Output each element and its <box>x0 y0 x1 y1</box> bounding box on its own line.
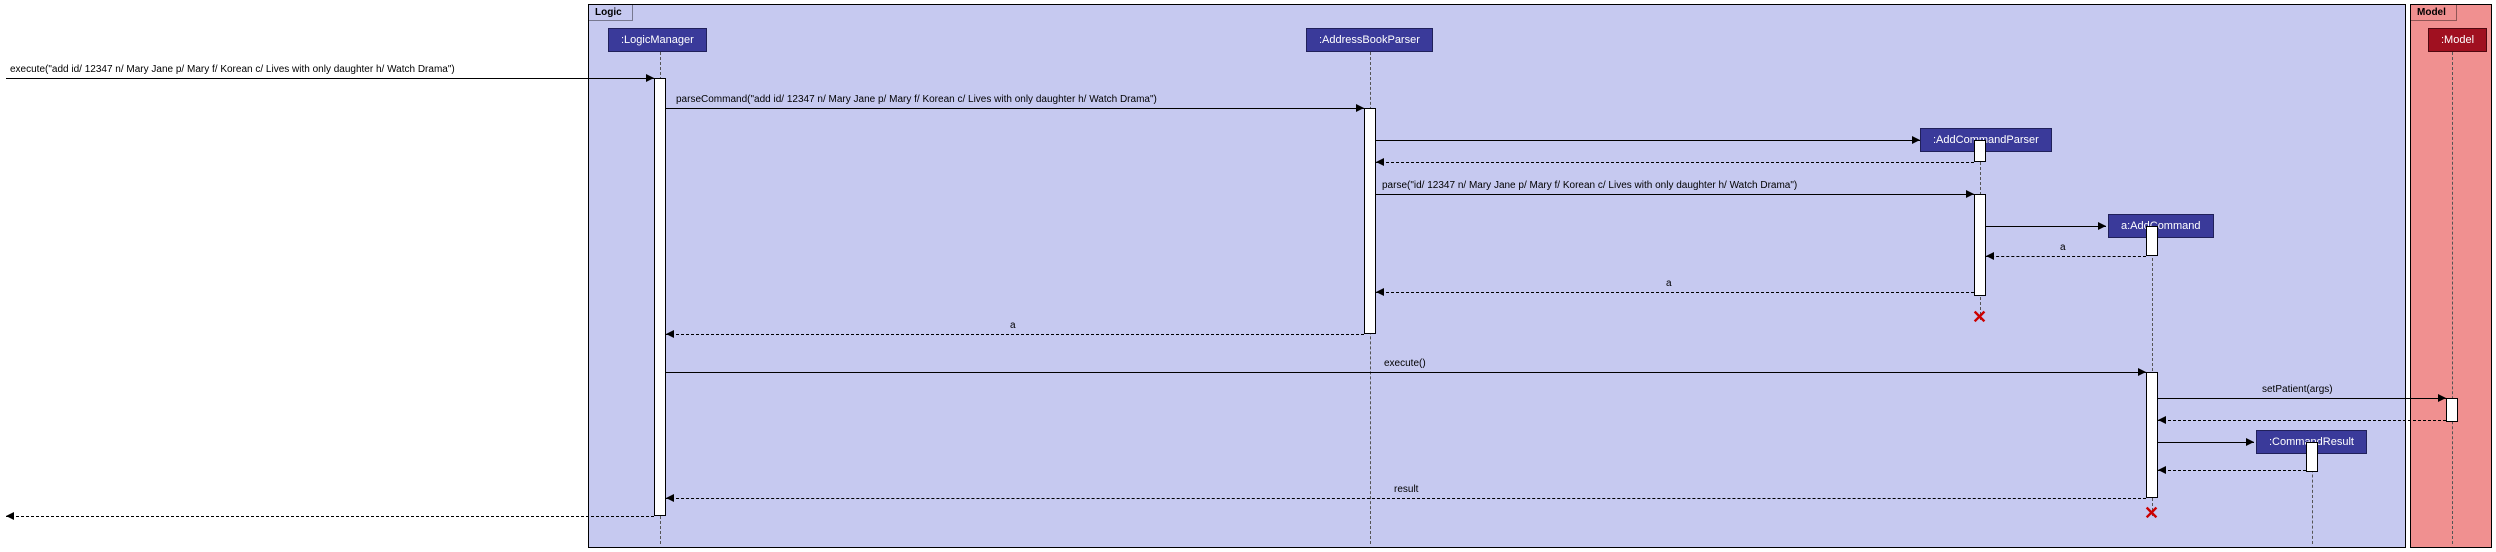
msg-return-a3 <box>666 334 1364 335</box>
activation-command-result <box>2306 442 2318 472</box>
participant-address-book-parser: :AddressBookParser <box>1306 28 1433 52</box>
arrow-final-return <box>6 512 14 520</box>
msg-return-a2 <box>1376 292 1974 293</box>
arrow-return-result <box>666 494 674 502</box>
msg-create-parser-return <box>1376 162 1974 163</box>
arrow-return-a1 <box>1986 252 1994 260</box>
activation-add-command-parser-1 <box>1974 140 1986 162</box>
activation-address-book-parser <box>1364 108 1376 334</box>
msg-execute2 <box>666 372 2146 373</box>
arrow-create-parser-return <box>1376 158 1384 166</box>
destroy-add-command-parser: ✕ <box>1972 308 1987 326</box>
msg-parse <box>1376 194 1974 195</box>
msg-create-result <box>2158 442 2254 443</box>
arrow-create-addcmd <box>2098 222 2106 230</box>
activation-model <box>2446 398 2458 422</box>
msg-return-result <box>666 498 2146 499</box>
activation-add-command-1 <box>2146 226 2158 256</box>
label-parse-command: parseCommand("add id/ 12347 n/ Mary Jane… <box>676 94 1157 105</box>
model-frame-label: Model <box>2411 5 2457 21</box>
model-frame: Model <box>2410 4 2492 548</box>
label-return-result: result <box>1394 484 1418 495</box>
arrow-execute <box>646 74 654 82</box>
msg-create-parser <box>1376 140 1920 141</box>
destroy-add-command: ✕ <box>2144 504 2159 522</box>
msg-return-a1 <box>1986 256 2146 257</box>
participant-logic-manager: :LogicManager <box>608 28 707 52</box>
arrow-return-a2 <box>1376 288 1384 296</box>
msg-create-result-return <box>2158 470 2306 471</box>
participant-model: :Model <box>2428 28 2487 52</box>
msg-execute <box>6 78 654 79</box>
label-execute2: execute() <box>1384 358 1426 369</box>
participant-add-command: a:AddCommand <box>2108 214 2214 238</box>
arrow-set-patient <box>2438 394 2446 402</box>
label-return-a3: a <box>1010 320 1016 331</box>
activation-add-command-parser-2 <box>1974 194 1986 296</box>
activation-add-command-2 <box>2146 372 2158 498</box>
arrow-return-a3 <box>666 330 674 338</box>
label-execute: execute("add id/ 12347 n/ Mary Jane p/ M… <box>10 64 455 75</box>
lifeline-model <box>2452 52 2453 544</box>
label-return-a2: a <box>1666 278 1672 289</box>
label-set-patient: setPatient(args) <box>2262 384 2333 395</box>
arrow-create-parser <box>1912 136 1920 144</box>
label-return-a1: a <box>2060 242 2066 253</box>
logic-frame: Logic <box>588 4 2406 548</box>
msg-final-return <box>6 516 654 517</box>
label-parse: parse("id/ 12347 n/ Mary Jane p/ Mary f/… <box>1382 180 1797 191</box>
msg-create-addcmd <box>1986 226 2106 227</box>
arrow-parse <box>1966 190 1974 198</box>
activation-logic-manager <box>654 78 666 516</box>
msg-parse-command <box>666 108 1364 109</box>
logic-frame-label: Logic <box>589 5 633 21</box>
arrow-parse-command <box>1356 104 1364 112</box>
arrow-execute2 <box>2138 368 2146 376</box>
arrow-set-patient-return <box>2158 416 2166 424</box>
arrow-create-result <box>2246 438 2254 446</box>
msg-set-patient-return <box>2158 420 2446 421</box>
arrow-create-result-return <box>2158 466 2166 474</box>
msg-set-patient <box>2158 398 2446 399</box>
